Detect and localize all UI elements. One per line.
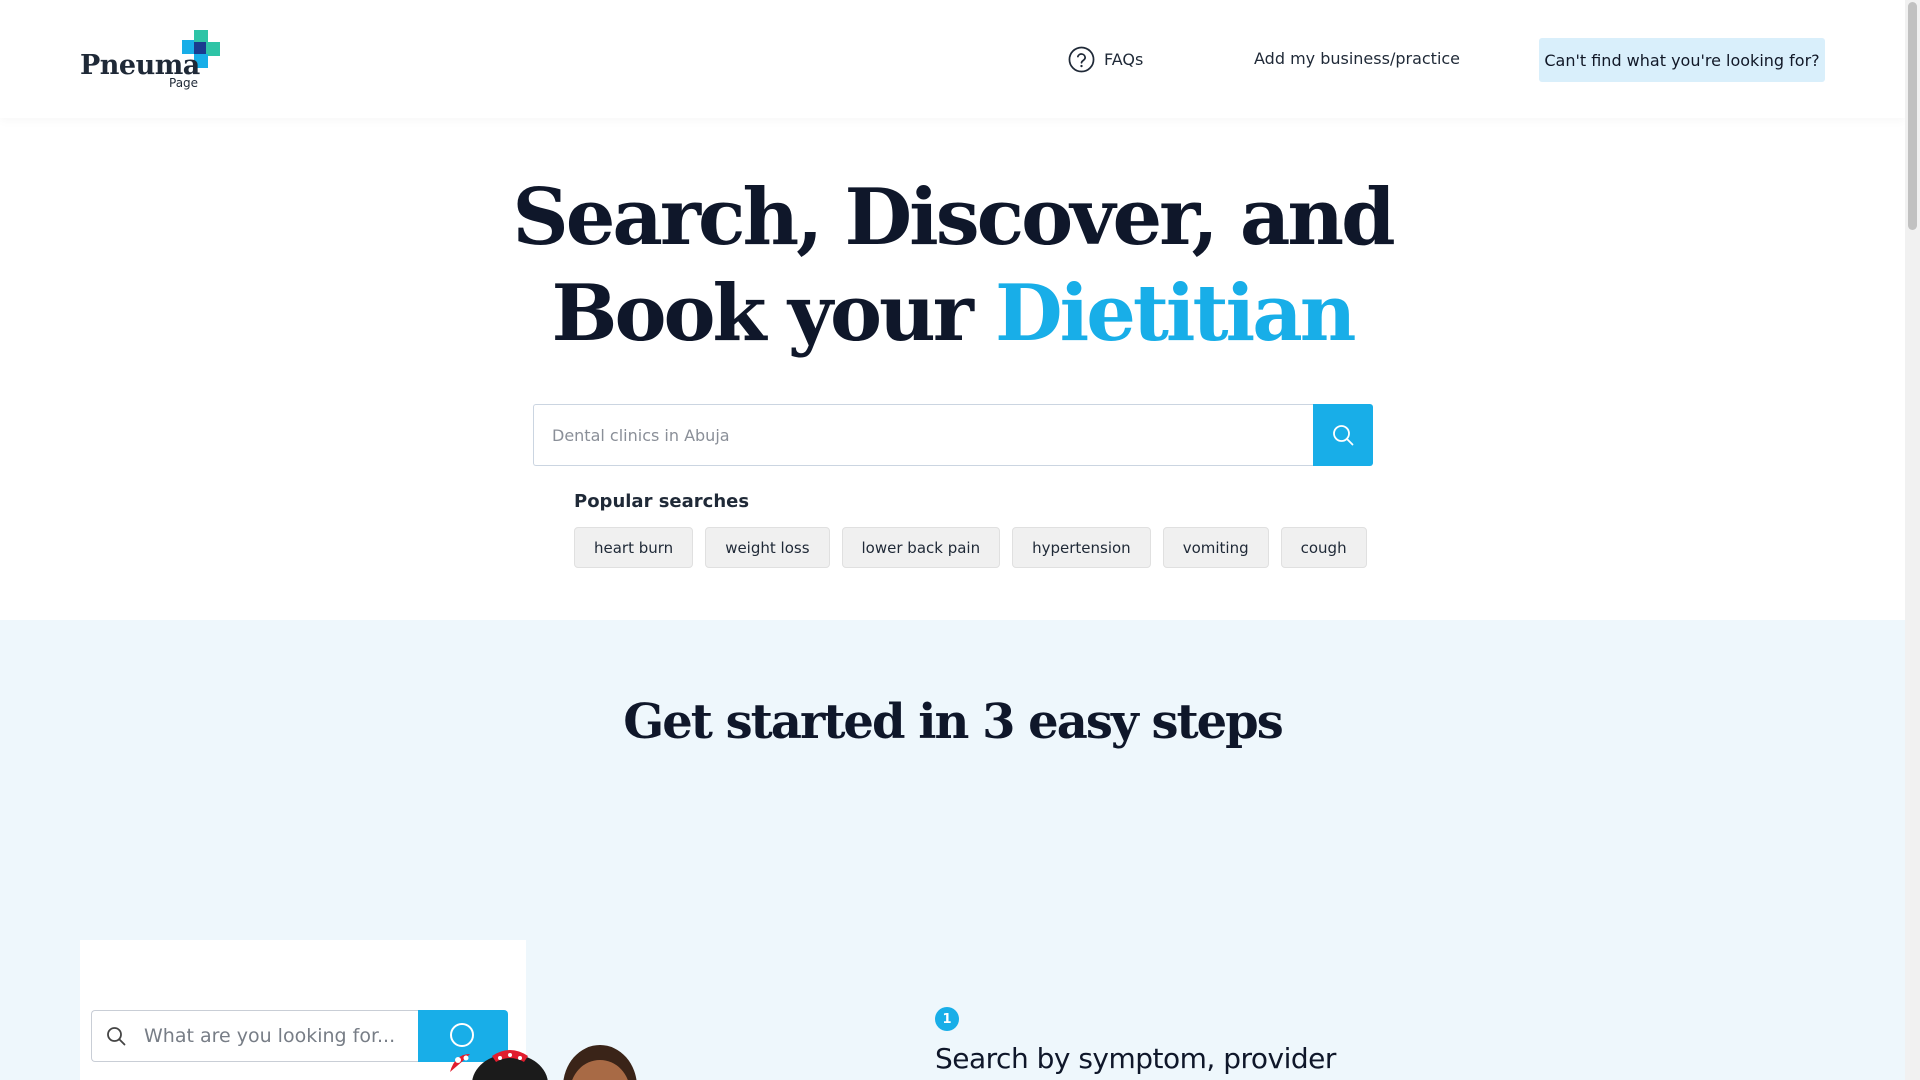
illustration-search-input: What are you looking for... xyxy=(91,1010,418,1062)
step-title: Search by symptom, provider xyxy=(935,1042,1336,1075)
logo-subtext: Page xyxy=(169,76,199,90)
hero-title-accent: Dietitian xyxy=(995,268,1356,359)
hero-title-line2-prefix: Book your xyxy=(551,268,995,359)
cant-find-button[interactable]: Can't find what you're looking for? xyxy=(1539,38,1825,82)
site-header: Pneuma Page FAQs Add my business/practic… xyxy=(0,0,1905,118)
nav-faqs-label: FAQs xyxy=(1104,49,1144,69)
scrollbar-thumb[interactable] xyxy=(1908,2,1917,230)
popular-search-chip[interactable]: lower back pain xyxy=(841,527,1001,568)
page: Pneuma Page FAQs Add my business/practic… xyxy=(0,0,1905,1080)
nav-add-business-link[interactable]: Add my business/practice xyxy=(1254,49,1460,68)
hero-title-line1: Search, Discover, and xyxy=(512,172,1395,263)
popular-search-chip[interactable]: weight loss xyxy=(705,527,830,568)
steps-section: Get started in 3 easy steps What are you… xyxy=(0,620,1905,1080)
hero-search-button[interactable] xyxy=(1313,404,1373,466)
question-circle-icon xyxy=(1068,46,1095,72)
hero-search-input[interactable] xyxy=(533,404,1313,466)
popular-search-chip[interactable]: hypertension xyxy=(1012,527,1151,568)
search-icon xyxy=(107,1027,126,1046)
popular-search-chip[interactable]: vomiting xyxy=(1162,527,1269,568)
hero-search-bar xyxy=(533,404,1373,466)
hero-title: Search, Discover, and Book your Dietitia… xyxy=(0,170,1905,362)
page-scrollbar[interactable] xyxy=(1905,0,1920,1080)
popular-search-chip[interactable]: heart burn xyxy=(574,527,694,568)
step-number-badge: 1 xyxy=(935,1007,959,1031)
popular-search-chip[interactable]: cough xyxy=(1280,527,1367,568)
people-illustration xyxy=(450,1045,637,1080)
popular-searches-list: heart burn weight loss lower back pain h… xyxy=(574,527,1367,568)
search-icon xyxy=(1333,425,1354,446)
logo[interactable]: Pneuma Page xyxy=(80,30,220,90)
steps-title: Get started in 3 easy steps xyxy=(623,694,1284,750)
nav-faqs-link[interactable]: FAQs xyxy=(1068,44,1143,74)
popular-searches-title: Popular searches xyxy=(574,491,750,512)
illustration-search-placeholder: What are you looking for... xyxy=(144,1025,396,1047)
